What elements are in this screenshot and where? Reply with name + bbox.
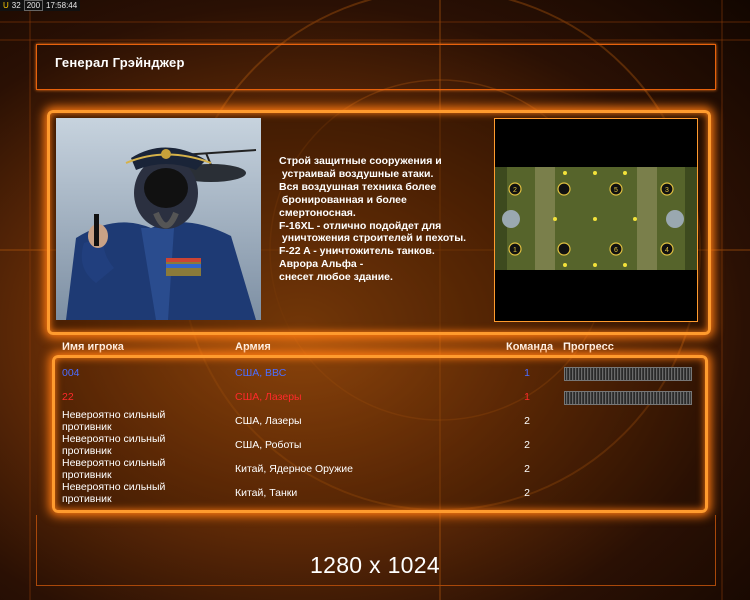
header-army: Армия — [235, 341, 271, 353]
player-army: Китай, Танки — [235, 487, 298, 499]
player-team: 2 — [524, 487, 530, 499]
description-line: Вся воздушная техника более — [279, 180, 437, 193]
player-team: 1 — [524, 367, 530, 379]
description-line: F-22 A - уничтожитель танков. — [279, 245, 435, 258]
resolution-label: 1280 x 1024 — [310, 552, 440, 578]
start-position-5: 5 — [614, 187, 618, 194]
player-army: США, Лазеры — [235, 415, 302, 427]
player-name: Невероятно сильный противник — [62, 433, 166, 457]
start-position-3: 3 — [665, 187, 669, 194]
player-name: Невероятно сильный противник — [62, 409, 166, 433]
header-team: Команда — [506, 341, 554, 353]
general-title: Генерал Грэйнджер — [55, 55, 185, 70]
general-portrait — [56, 118, 261, 320]
description-line: снесет любое здание. — [279, 271, 393, 284]
player-team: 1 — [524, 391, 530, 403]
description-line: Аврора Альфа - — [279, 258, 364, 271]
progress-bar — [564, 367, 692, 381]
description-line: бронированная и более — [279, 193, 407, 206]
minimap: 2 5 3 1 6 4 — [495, 167, 697, 270]
player-army: Китай, Ядерное Оружие — [235, 463, 353, 475]
description-line: смертоносная. — [279, 206, 356, 219]
hud-indicator: U — [3, 1, 9, 10]
player-team: 2 — [524, 439, 530, 451]
start-position-2: 2 — [513, 187, 517, 194]
player-name: Невероятно сильный противник — [62, 481, 166, 505]
start-position-4: 4 — [665, 247, 669, 254]
hud-box: 200 — [23, 0, 44, 11]
player-name: Невероятно сильный противник — [62, 457, 166, 481]
player-team: 2 — [524, 463, 530, 475]
player-name: 004 — [62, 367, 80, 379]
player-army: США, Лазеры — [235, 391, 302, 403]
description-line: уничтожения строителей и пехоты. — [279, 232, 467, 245]
start-position-6: 6 — [614, 247, 618, 254]
map-preview[interactable]: 2 5 3 1 6 4 — [494, 118, 698, 322]
player-army: США, Роботы — [235, 439, 302, 451]
description-line: F-16XL - отлично подойдет для — [279, 219, 442, 232]
progress-bar — [564, 391, 692, 405]
header-player: Имя игрока — [62, 341, 124, 353]
player-name: 22 — [62, 391, 74, 403]
general-description: Строй защитные сооружения и устраивай во… — [279, 155, 489, 284]
header-progress: Прогресс — [563, 341, 614, 353]
player-army: США, ВВС — [235, 367, 287, 379]
start-position-1: 1 — [513, 247, 517, 254]
status-hud: U 32 200 17:58:44 — [0, 0, 81, 11]
hud-fps: 32 — [11, 1, 21, 10]
description-line: устраивай воздушные атаки. — [279, 167, 434, 180]
description-line: Строй защитные сооружения и — [279, 155, 442, 167]
player-team: 2 — [524, 415, 530, 427]
hud-clock: 17:58:44 — [46, 1, 78, 10]
